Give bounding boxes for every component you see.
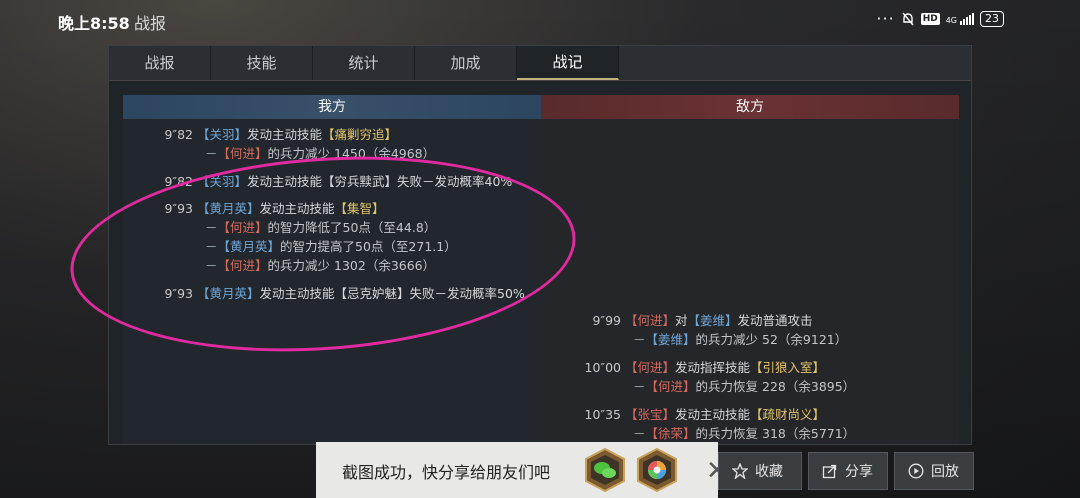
moments-icon[interactable] <box>636 448 678 492</box>
log-time: 10″00 <box>584 360 621 375</box>
log-actor: 【何进】 <box>624 360 675 375</box>
log-time: 10″35 <box>584 407 621 422</box>
toast-message: 截图成功，快分享给朋友们吧 <box>342 463 551 482</box>
log-time: 9″82 <box>164 127 193 142</box>
log-text: 发动指挥技能 <box>675 360 751 375</box>
enemy-side-header: 敌方 <box>541 95 959 119</box>
log-actor: 【关羽】 <box>196 127 247 142</box>
replay-button[interactable]: 回放 <box>894 452 974 490</box>
log-dash: － <box>205 146 218 161</box>
share-button[interactable]: 分享 <box>808 452 888 490</box>
battery-icon: 23 <box>980 11 1004 27</box>
our-side-header: 我方 <box>123 95 541 119</box>
network-type: 4G <box>945 16 957 25</box>
tab-bonus[interactable]: 加成 <box>415 46 517 80</box>
log-sub-entry: －【姜维】的兵力减少 52（余9121） <box>633 329 847 348</box>
status-icons: ··· HD 4G 23 <box>876 11 1004 27</box>
mute-bell-icon <box>902 12 914 26</box>
log-dash: － <box>633 426 646 441</box>
log-entry: 9″82 【关羽】发动主动技能【痛剿穷追】 <box>145 124 397 143</box>
log-entry: 10″00 【何进】发动指挥技能【引狼入室】 <box>565 357 826 376</box>
log-text: 发动主动技能 <box>675 407 751 422</box>
play-icon <box>907 462 925 480</box>
log-text: 的兵力恢复 228（余3895） <box>695 379 856 394</box>
tab-report[interactable]: 战报 <box>109 46 211 80</box>
tab-stats[interactable]: 统计 <box>313 46 415 80</box>
log-sub-entry: －【何进】的兵力恢复 228（余3895） <box>633 376 855 395</box>
action-bar: 收藏 分享 回放 <box>718 452 974 490</box>
log-actor: 【何进】 <box>624 313 675 328</box>
log-text: 的兵力减少 52（余9121） <box>695 332 848 347</box>
screenshot-share-toast: 截图成功，快分享给朋友们吧 ✕ <box>316 442 728 498</box>
log-entry: 9″99 【何进】对【姜维】发动普通攻击 <box>565 310 813 329</box>
log-sub-entry: －【徐荣】的兵力恢复 318（余5771） <box>633 423 855 442</box>
log-target: 【何进】 <box>645 379 696 394</box>
log-text: 发动普通攻击 <box>737 313 813 328</box>
log-text: 的兵力恢复 318（余5771） <box>695 426 856 441</box>
wechat-icon[interactable] <box>584 448 626 492</box>
log-target: 【姜维】 <box>687 313 738 328</box>
tab-battle-log[interactable]: 战记 <box>517 46 619 80</box>
collect-label: 收藏 <box>755 464 783 480</box>
tab-skills[interactable]: 技能 <box>211 46 313 80</box>
signal-icon: 4G <box>946 13 974 25</box>
more-dots-icon: ··· <box>876 9 895 28</box>
log-time: 9″99 <box>592 313 621 328</box>
share-icon <box>821 462 839 480</box>
status-bar: 晚上8:58 战报 ··· HD 4G 23 <box>0 0 1080 40</box>
tab-bar: 战报 技能 统计 加成 战记 <box>109 46 971 81</box>
app-title: 战报 <box>134 14 167 33</box>
log-dash: － <box>633 379 646 394</box>
log-text: 发动主动技能 <box>247 127 323 142</box>
status-time: 晚上8:58 <box>58 14 130 33</box>
hd-badge: HD <box>920 13 940 25</box>
share-label: 分享 <box>845 464 873 480</box>
log-target: 【徐荣】 <box>645 426 696 441</box>
log-dash: － <box>633 332 646 347</box>
log-skill: 【疏财尚义】 <box>750 407 826 422</box>
star-icon <box>731 462 749 480</box>
log-target: 【何进】 <box>217 146 268 161</box>
log-actor: 【张宝】 <box>624 407 675 422</box>
enemy-side-area <box>541 119 959 444</box>
log-target: 【姜维】 <box>645 332 696 347</box>
log-skill: 【痛剿穷追】 <box>322 127 398 142</box>
log-text: 对 <box>675 313 688 328</box>
collect-button[interactable]: 收藏 <box>718 452 802 490</box>
replay-label: 回放 <box>931 464 959 480</box>
log-entry: 10″35 【张宝】发动主动技能【疏财尚义】 <box>565 404 826 423</box>
log-skill: 【引狼入室】 <box>750 360 826 375</box>
